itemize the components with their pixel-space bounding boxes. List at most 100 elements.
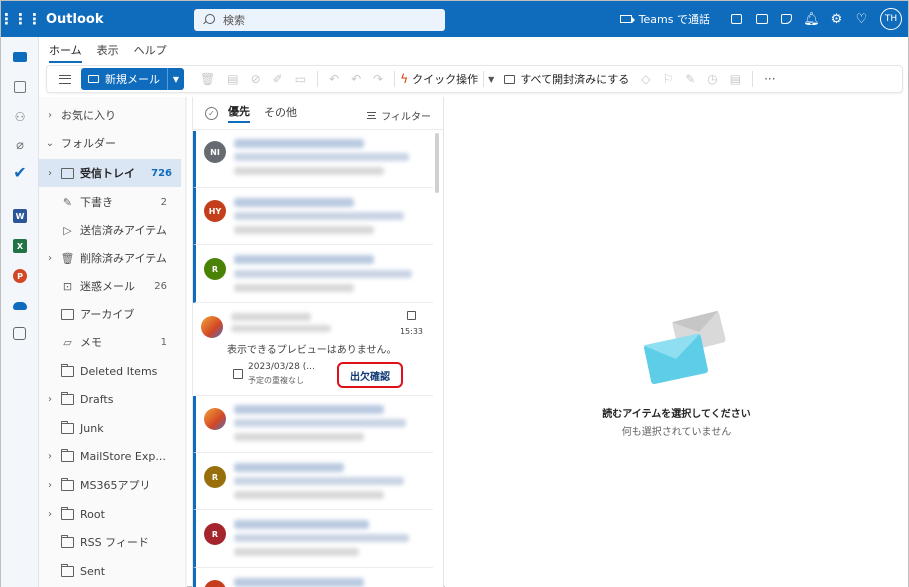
- user-avatar[interactable]: TH: [880, 8, 902, 30]
- forward-icon[interactable]: ↷: [373, 72, 383, 86]
- tab-other[interactable]: その他: [264, 104, 297, 122]
- todo-check-icon[interactable]: ✔: [12, 163, 28, 182]
- quick-steps-button[interactable]: ϟ クイック操作 ▼: [400, 71, 494, 87]
- folder-deleted-items[interactable]: Deleted Items: [39, 357, 181, 385]
- folder-junk-jp[interactable]: ⊡ 迷惑メール 26: [39, 272, 181, 300]
- chevron-right-icon: ›: [48, 393, 52, 405]
- chevron-down-icon[interactable]: ▼: [483, 71, 494, 87]
- message-item-meeting[interactable]: 15:33 表示できるプレビューはありません。 2023/03/28 (... …: [196, 303, 433, 396]
- folder-drafts-jp[interactable]: ✎ 下書き 2: [39, 188, 181, 216]
- people-icon[interactable]: ⚇: [12, 109, 28, 125]
- calendar-icon[interactable]: [14, 81, 26, 93]
- avatar: NI: [204, 141, 226, 163]
- select-all-icon[interactable]: ✓: [205, 106, 218, 120]
- search-box[interactable]: 検索: [194, 9, 445, 31]
- app-name[interactable]: Outlook: [46, 12, 103, 27]
- chevron-right-icon: ›: [48, 167, 52, 179]
- message-list-header: ✓ 優先 その他 フィルター: [193, 97, 443, 130]
- onenote-feed-icon[interactable]: [749, 1, 774, 37]
- avatar: [201, 316, 223, 338]
- meeting-conflict-status: 予定の重複なし: [248, 376, 304, 385]
- folder-ms365-apps[interactable]: › MS365アプリ: [39, 471, 181, 499]
- folder-root[interactable]: › Root: [39, 500, 181, 528]
- my-day-icon[interactable]: [774, 1, 799, 37]
- notifications-bell-icon[interactable]: 🔔︎: [799, 1, 824, 37]
- tab-help[interactable]: ヘルプ: [134, 42, 167, 63]
- folder-mailstore[interactable]: › MailStore Exp...: [39, 442, 181, 470]
- avatar: R: [204, 258, 226, 280]
- message-item[interactable]: HY: [193, 188, 433, 245]
- reply-all-icon[interactable]: ↶: [351, 72, 361, 86]
- folder-inbox[interactable]: › 受信トレイ 726: [39, 159, 181, 187]
- note-icon: ▱: [63, 335, 72, 349]
- avatar: [204, 580, 226, 587]
- folder-pane-scrollbar[interactable]: [185, 97, 187, 587]
- pin-icon[interactable]: ✎: [685, 72, 695, 86]
- tab-view[interactable]: 表示: [97, 42, 119, 63]
- app-launcher-icon[interactable]: ⋮⋮⋮: [0, 1, 42, 37]
- filter-button[interactable]: フィルター: [367, 108, 431, 123]
- message-item[interactable]: [193, 568, 433, 587]
- folder-drafts[interactable]: › Drafts: [39, 385, 181, 413]
- archive-icon: [61, 308, 74, 320]
- inbox-icon: [61, 167, 74, 179]
- report-icon[interactable]: ⊘: [251, 72, 261, 86]
- trash-icon: 🗑︎: [60, 251, 75, 265]
- message-item[interactable]: R: [193, 510, 433, 568]
- folder-icon: [61, 506, 74, 520]
- chevron-right-icon: ›: [48, 109, 52, 121]
- meet-now-icon[interactable]: [724, 1, 749, 37]
- excel-icon[interactable]: X: [13, 239, 27, 253]
- tips-lightbulb-icon[interactable]: ♡: [849, 1, 874, 37]
- move-to-icon[interactable]: ▭: [295, 72, 306, 86]
- folder-pane: › お気に入り ⌄ フォルダー › 受信トレイ 726 ✎ 下書き 2 ▷ 送信…: [39, 97, 187, 587]
- divider: [394, 71, 396, 87]
- rules-icon[interactable]: ▤: [730, 72, 741, 86]
- message-item[interactable]: NI: [193, 131, 433, 188]
- new-mail-button[interactable]: 新規メール: [81, 68, 167, 90]
- folder-archive[interactable]: アーカイブ: [39, 300, 181, 328]
- folder-icon: [61, 448, 74, 462]
- tab-home[interactable]: ホーム: [49, 42, 82, 63]
- teams-call-button[interactable]: Teams で通話: [619, 11, 710, 27]
- tab-focused[interactable]: 優先: [228, 103, 250, 123]
- folder-deleted-items-jp[interactable]: › 🗑︎ 削除済みアイテム: [39, 244, 181, 272]
- collapse-pane-icon[interactable]: [59, 74, 71, 84]
- attachment-icon[interactable]: ⌀: [12, 137, 28, 153]
- folder-sent-items[interactable]: ▷ 送信済みアイテム: [39, 216, 181, 244]
- archive-icon[interactable]: ▤: [227, 72, 238, 86]
- delete-icon[interactable]: 🗑︎: [200, 72, 215, 86]
- folder-junk[interactable]: Junk: [39, 414, 181, 442]
- favorites-header[interactable]: › お気に入り: [39, 101, 181, 129]
- folders-header[interactable]: ⌄ フォルダー: [39, 129, 181, 157]
- new-mail-dropdown[interactable]: ▼: [167, 68, 184, 90]
- rsvp-button[interactable]: 出欠確認: [337, 362, 403, 388]
- powerpoint-icon[interactable]: P: [13, 269, 27, 283]
- onedrive-icon[interactable]: [13, 302, 27, 310]
- avatar: R: [204, 523, 226, 545]
- more-apps-icon[interactable]: [13, 327, 26, 340]
- message-item[interactable]: R: [193, 245, 433, 303]
- folder-icon: [61, 391, 74, 405]
- message-item[interactable]: [193, 396, 433, 453]
- folder-icon: [61, 534, 74, 548]
- tag-icon[interactable]: ◇: [641, 72, 650, 86]
- message-list-scrollbar[interactable]: [435, 133, 439, 193]
- chevron-right-icon: ›: [48, 450, 52, 462]
- reply-icon[interactable]: ↶: [329, 72, 339, 86]
- quick-steps-label: クイック操作: [412, 73, 479, 86]
- meeting-card: 2023/03/28 (... 予定の重複なし 出欠確認: [227, 360, 423, 390]
- message-item[interactable]: R: [193, 453, 433, 510]
- word-icon[interactable]: W: [13, 209, 27, 223]
- more-options-button[interactable]: ···: [764, 72, 775, 86]
- snooze-clock-icon[interactable]: ◷: [707, 72, 717, 86]
- flag-icon[interactable]: ⚐: [662, 72, 673, 86]
- mark-all-read-button[interactable]: すべて開封済みにする: [504, 71, 629, 87]
- mail-icon[interactable]: [13, 52, 27, 62]
- folder-sent[interactable]: Sent: [39, 557, 181, 585]
- sweep-icon[interactable]: ✐: [273, 72, 283, 86]
- folder-notes[interactable]: ▱ メモ 1: [39, 328, 181, 356]
- folder-rss[interactable]: RSS フィード: [39, 528, 181, 556]
- folder-icon: [61, 363, 74, 377]
- settings-gear-icon[interactable]: ⚙: [824, 1, 849, 37]
